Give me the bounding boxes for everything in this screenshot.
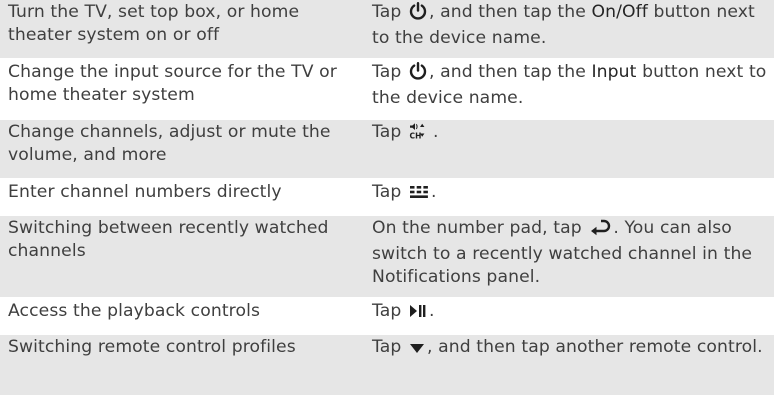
instruction-cell: Tap , and then tap the On/Off button nex… <box>372 0 774 58</box>
number-pad-icon <box>409 184 429 207</box>
instruction-text: , and then tap the <box>428 62 592 82</box>
instruction-cell: Tap CH. <box>372 120 774 178</box>
instruction-text: , and then tap another remote control. <box>426 337 763 357</box>
instruction-cell: Tap , and then tap another remote contro… <box>372 335 774 395</box>
instruction-text: Tap <box>372 337 407 357</box>
instruction-text: , and then tap the <box>428 2 592 22</box>
task-cell: Access the playback controls <box>8 301 261 321</box>
instruction-text: Tap <box>372 182 407 202</box>
dropdown-triangle-icon <box>409 339 425 362</box>
task-cell: Switching remote control profiles <box>8 337 296 357</box>
task-cell: Turn the TV, set top box, or home theate… <box>8 2 300 45</box>
table-row: Enter channel numbers directly Tap . <box>0 180 774 216</box>
svg-text:CH: CH <box>409 132 421 141</box>
button-name: On/Off <box>591 2 648 22</box>
instruction-cell: On the number pad, tap . You can also sw… <box>372 216 774 297</box>
power-icon <box>409 62 427 87</box>
table-row: Change channels, adjust or mute the volu… <box>0 120 774 180</box>
table-row: Change the input source for the TV or ho… <box>0 60 774 120</box>
task-cell: Change the input source for the TV or ho… <box>8 62 337 105</box>
instruction-cell: Tap , and then tap the Input button next… <box>372 60 774 118</box>
remote-control-table: Turn the TV, set top box, or home theate… <box>0 0 774 415</box>
instruction-text: . <box>430 182 437 202</box>
instruction-text: . <box>428 301 435 321</box>
volume-channel-icon: CH <box>409 122 431 147</box>
instruction-text: Tap <box>372 2 407 22</box>
instruction-text: On the number pad, tap <box>372 218 588 238</box>
instruction-text: Tap <box>372 62 407 82</box>
table-row: Switching between recently watched chann… <box>0 216 774 299</box>
table-row: Switching remote control profiles Tap , … <box>0 335 774 395</box>
return-arrow-icon <box>589 218 611 243</box>
instruction-cell: Tap . <box>372 180 774 214</box>
instruction-text: Tap <box>372 122 407 142</box>
button-name: Input <box>591 62 637 82</box>
task-cell: Switching between recently watched chann… <box>8 218 329 261</box>
instruction-cell: Tap . <box>372 299 774 333</box>
task-cell: Change channels, adjust or mute the volu… <box>8 122 331 165</box>
table-row: Turn the TV, set top box, or home theate… <box>0 0 774 60</box>
instruction-text: . <box>432 122 439 142</box>
table-row: Access the playback controls Tap . <box>0 299 774 335</box>
instruction-text: Tap <box>372 301 407 321</box>
play-pause-icon <box>409 303 427 326</box>
task-cell: Enter channel numbers directly <box>8 182 282 202</box>
power-icon <box>409 2 427 27</box>
